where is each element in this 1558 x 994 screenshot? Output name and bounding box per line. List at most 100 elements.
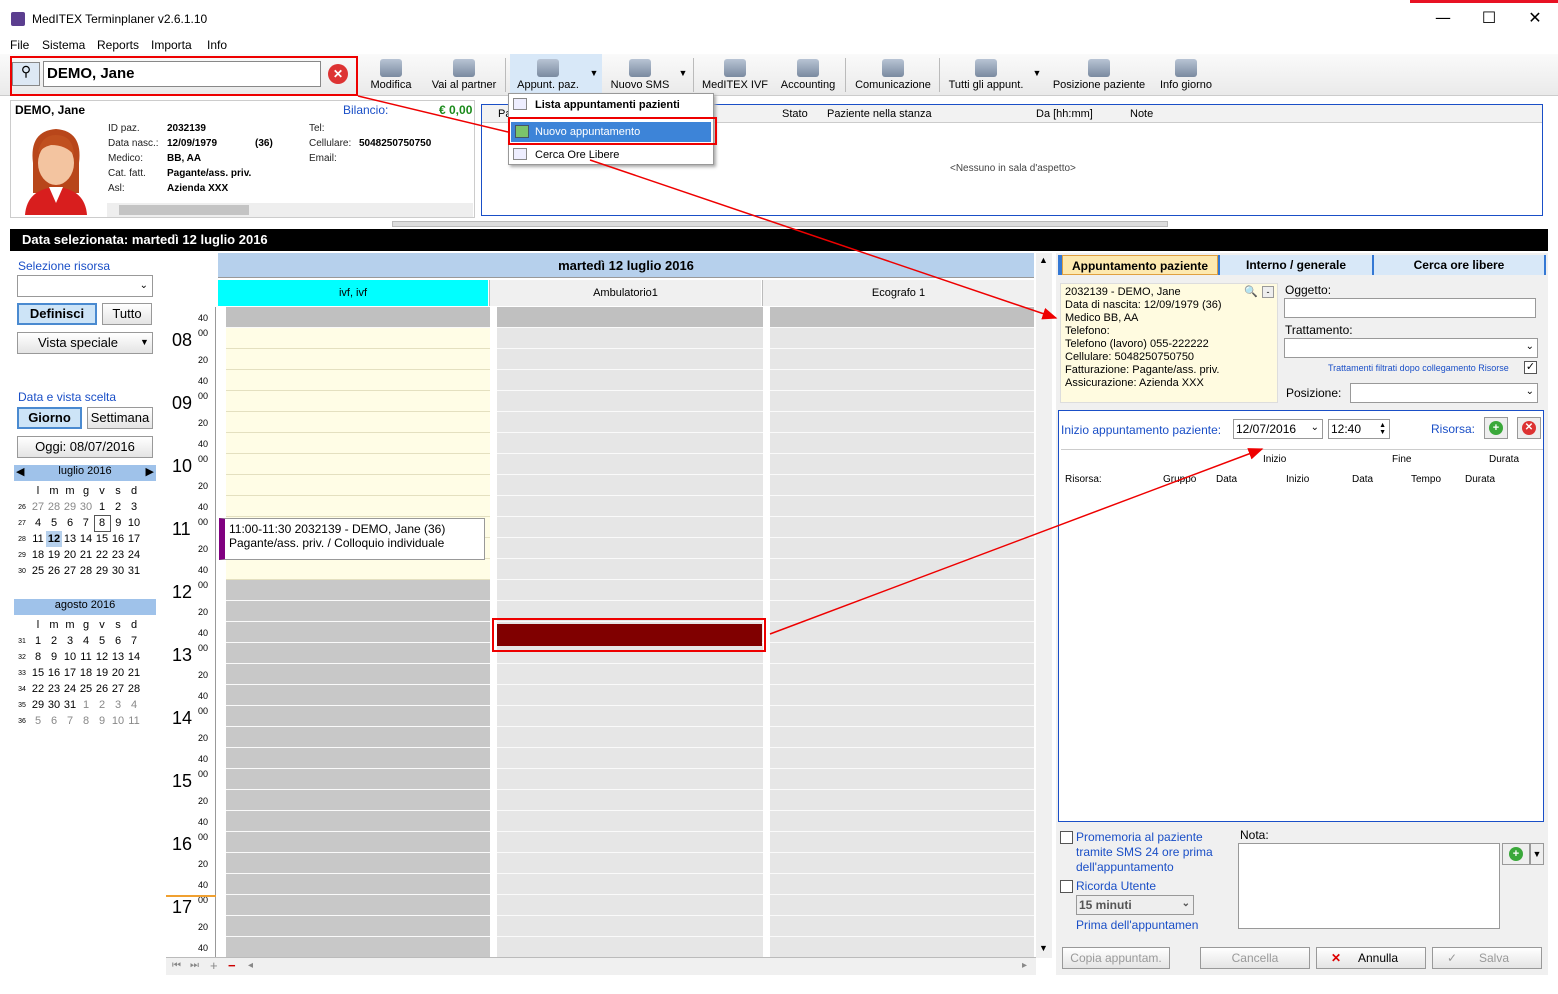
tab-cerca-ore-libere[interactable]: Cerca ore libere (1374, 255, 1544, 275)
selected-slot[interactable] (497, 624, 762, 646)
menu-info[interactable]: Info (207, 38, 227, 52)
calendar-day[interactable]: 24 (62, 681, 78, 697)
resource-header-ambulatorio[interactable]: Ambulatorio1 (489, 280, 761, 306)
time-slot[interactable] (770, 769, 1034, 790)
time-slot[interactable] (497, 559, 763, 580)
calendar-day[interactable]: 21 (126, 665, 142, 681)
calendar-day[interactable]: 27 (110, 681, 126, 697)
time-slot[interactable] (770, 328, 1034, 349)
time-slot[interactable] (226, 895, 490, 916)
time-slot[interactable] (226, 559, 490, 580)
time-slot[interactable] (770, 643, 1034, 664)
minimize-button[interactable]: — (1420, 4, 1466, 32)
calendar-day[interactable]: 2 (94, 697, 110, 713)
time-slot[interactable] (226, 748, 490, 769)
time-slot[interactable] (770, 622, 1034, 643)
calendar-day[interactable]: 29 (62, 499, 78, 515)
cancella-button[interactable]: Cancella (1200, 947, 1310, 969)
resource-select[interactable]: ⌄ (17, 275, 153, 297)
time-slot[interactable] (770, 538, 1034, 559)
calendar-day[interactable]: 23 (110, 547, 126, 563)
time-slot[interactable] (770, 727, 1034, 748)
time-slot[interactable] (226, 685, 490, 706)
time-slot[interactable] (770, 412, 1034, 433)
calendar-day[interactable]: 9 (110, 515, 126, 531)
time-slot[interactable] (770, 790, 1034, 811)
calendar-day[interactable]: 1 (94, 499, 110, 515)
time-slot[interactable] (497, 853, 763, 874)
menu-importa[interactable]: Importa (151, 38, 192, 52)
time-slot[interactable] (497, 580, 763, 601)
scroll-thumb[interactable] (119, 205, 249, 215)
calendar-day[interactable]: 1 (78, 697, 94, 713)
calendar-day[interactable]: 17 (62, 665, 78, 681)
calendar-day[interactable]: 31 (126, 563, 142, 579)
menu-cerca-ore[interactable]: Cerca Ore Libere (535, 149, 619, 161)
scroll-down-icon[interactable]: ▼ (1039, 943, 1048, 953)
start-time-input[interactable]: 12:40 ▲ ▼ (1328, 419, 1390, 439)
calendar-day[interactable]: 7 (126, 633, 142, 649)
time-slot[interactable] (226, 601, 490, 622)
time-slot[interactable] (497, 412, 763, 433)
time-slot[interactable] (226, 433, 490, 454)
time-slot[interactable] (770, 370, 1034, 391)
time-slot[interactable] (770, 496, 1034, 517)
calendar-day[interactable]: 2 (110, 499, 126, 515)
calendar-day[interactable]: 10 (62, 649, 78, 665)
time-slot[interactable] (770, 307, 1034, 328)
calendar-day[interactable]: 13 (62, 531, 78, 547)
calendar-day[interactable]: 12 (46, 531, 62, 547)
scroll-up-icon[interactable]: ▲ (1039, 255, 1048, 265)
calendar-day[interactable]: 27 (30, 499, 46, 515)
tutto-button[interactable]: Tutto (102, 303, 152, 325)
calendar-day[interactable]: 7 (62, 713, 78, 729)
calendar-day[interactable]: 9 (94, 713, 110, 729)
time-slot[interactable] (770, 601, 1034, 622)
modifica-button[interactable]: Modifica (365, 54, 417, 96)
time-slot[interactable] (226, 853, 490, 874)
time-slot[interactable] (497, 874, 763, 895)
accounting-button[interactable]: Accounting (776, 54, 840, 96)
calendar-day[interactable]: 27 (62, 563, 78, 579)
time-slot[interactable] (770, 937, 1034, 957)
calendar-day[interactable]: 30 (46, 697, 62, 713)
menu-reports[interactable]: Reports (97, 38, 139, 52)
resource-header-ecografo[interactable]: Ecografo 1 (762, 280, 1034, 306)
calendar-day[interactable]: 16 (110, 531, 126, 547)
calendar-day[interactable]: 17 (126, 531, 142, 547)
calendar-day[interactable]: 2 (46, 633, 62, 649)
calendar-day[interactable]: 5 (30, 713, 46, 729)
calendar-day[interactable]: 5 (94, 633, 110, 649)
col-stato[interactable]: Stato (782, 108, 808, 120)
time-slot[interactable] (497, 370, 763, 391)
time-slot[interactable] (497, 790, 763, 811)
maximize-button[interactable]: ☐ (1466, 4, 1512, 32)
time-slot[interactable] (770, 391, 1034, 412)
time-slot[interactable] (497, 433, 763, 454)
menu-sistema[interactable]: Sistema (42, 38, 85, 52)
calendar-day[interactable]: 28 (126, 681, 142, 697)
add-icon[interactable]: + (210, 958, 218, 973)
calendar-day[interactable]: 22 (30, 681, 46, 697)
time-slot[interactable] (770, 475, 1034, 496)
time-slot[interactable] (497, 748, 763, 769)
sms-dropdown[interactable]: ▼ (676, 54, 690, 96)
trattamento-select[interactable]: ⌄ (1284, 338, 1538, 358)
calendar-day[interactable]: 16 (46, 665, 62, 681)
time-slot[interactable] (497, 769, 763, 790)
scroll-right-icon[interactable]: ▸ (1022, 960, 1027, 971)
oggetto-input[interactable] (1284, 298, 1536, 318)
time-slot[interactable] (226, 916, 490, 937)
calendar-day[interactable]: 22 (94, 547, 110, 563)
time-slot[interactable] (497, 706, 763, 727)
time-slot[interactable] (226, 370, 490, 391)
time-slot[interactable] (226, 937, 490, 957)
time-slot[interactable] (770, 748, 1034, 769)
posizione-paziente-button[interactable]: Posizione paziente (1050, 54, 1148, 96)
time-slot[interactable] (770, 664, 1034, 685)
calendar-day[interactable]: 26 (94, 681, 110, 697)
comunicazione-button[interactable]: Comunicazione (852, 54, 934, 96)
time-slot[interactable] (770, 685, 1034, 706)
time-slot[interactable] (497, 349, 763, 370)
calendar-day[interactable]: 25 (78, 681, 94, 697)
